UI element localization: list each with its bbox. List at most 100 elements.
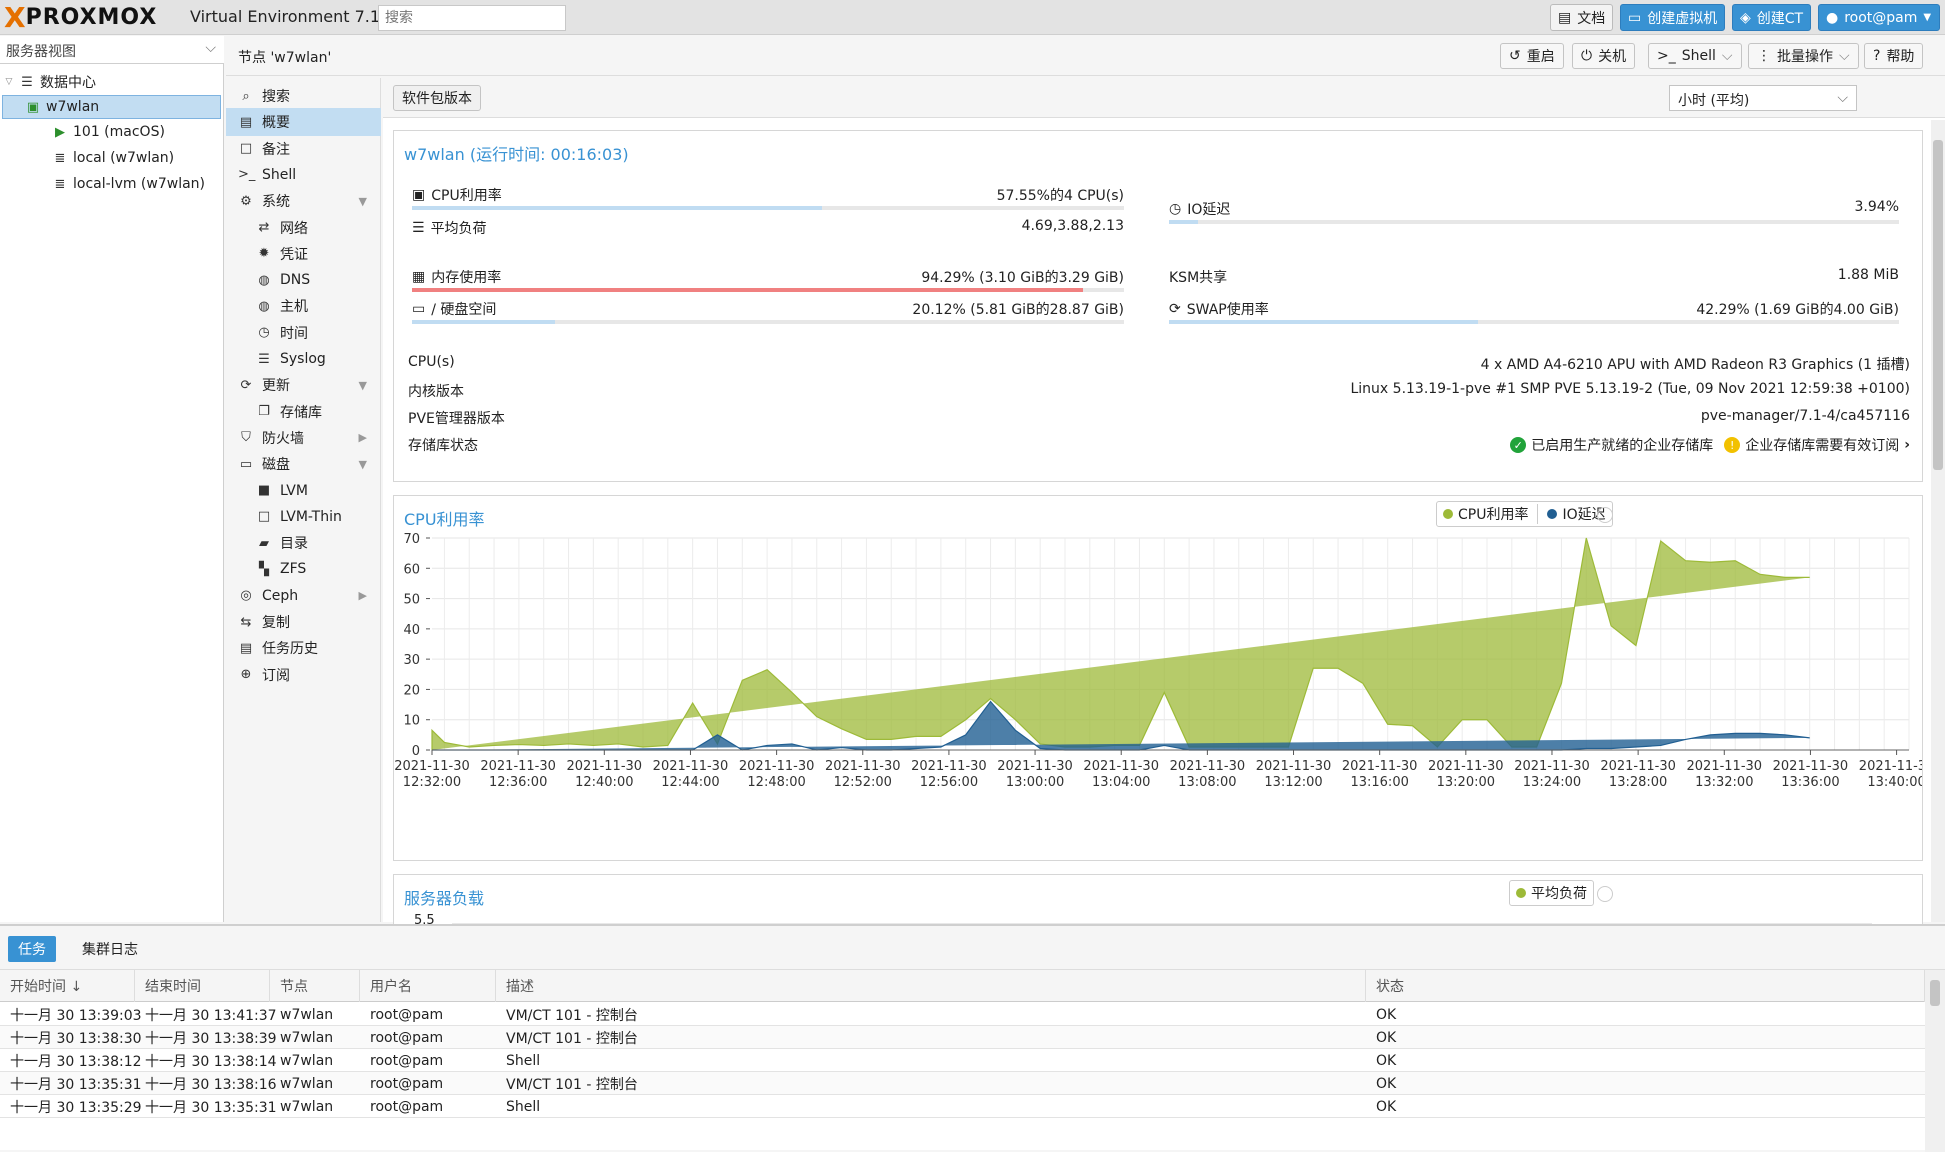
timeframe-select[interactable]: 小时 (平均) ⌵ — [1669, 85, 1857, 111]
table-cell: w7wlan — [280, 1075, 334, 1092]
proxmox-logo[interactable]: X PROXMOX — [4, 4, 158, 32]
y-tick-label: 60 — [403, 562, 420, 577]
shell-button[interactable]: >_ Shell ⌵ — [1648, 43, 1742, 69]
column-header[interactable]: 开始时间 ↓ — [0, 970, 135, 1002]
nav-item-13[interactable]: ⛉ 防火墙 ▶ — [226, 424, 381, 452]
table-cell: OK — [1376, 1098, 1397, 1115]
table-cell: 十一月 30 13:38:16 — [145, 1076, 277, 1093]
nav-item-12[interactable]: ❐ 存储库 — [226, 398, 381, 426]
column-header[interactable]: 结束时间 — [135, 970, 270, 1002]
tree-item-storage-lvm[interactable]: ≣ local-lvm (w7wlan) — [52, 172, 205, 196]
table-cell: root@pam — [370, 1052, 444, 1069]
tree-item-node[interactable]: ▣ w7wlan — [2, 95, 221, 119]
legend-load-label[interactable]: 平均负荷 — [1531, 883, 1587, 903]
create-vm-button[interactable]: ▭ 创建虚拟机 — [1620, 4, 1726, 31]
y-tick-label: 70 — [403, 532, 420, 547]
nav-item-11[interactable]: ⟳ 更新 ▼ — [226, 371, 381, 399]
nav-item-4[interactable]: ⚙ 系统 ▼ — [226, 187, 381, 215]
task-scrollbar[interactable] — [1925, 970, 1945, 1152]
tree-item-vm[interactable]: ▶ 101 (macOS) — [52, 120, 165, 144]
load-chart-legend[interactable]: 平均负荷 — [1509, 880, 1594, 906]
nav-item-label: 目录 — [280, 536, 308, 553]
square-icon: ■ — [257, 483, 271, 498]
column-header[interactable]: 节点 — [270, 970, 360, 1002]
nav-item-21[interactable]: ▤ 任务历史 — [226, 634, 381, 662]
column-header[interactable]: 描述 — [496, 970, 1366, 1002]
help-button[interactable]: ? 帮助 — [1864, 43, 1924, 69]
tab-cluster-log[interactable]: 集群日志 — [72, 936, 148, 962]
table-cell: OK — [1376, 1075, 1397, 1092]
nav-item-14[interactable]: ▭ 磁盘 ▼ — [226, 450, 381, 478]
table-row[interactable]: 十一月 30 13:35:29 十一月 30 13:35:31 w7wlan root… — [0, 1095, 1925, 1118]
user-menu-button[interactable]: ● root@pam ▼ — [1818, 4, 1940, 31]
nav-item-19[interactable]: ◎ Ceph ▶ — [226, 582, 381, 610]
create-ct-button[interactable]: ◈ 创建CT — [1732, 4, 1812, 31]
nav-item-label: Ceph — [262, 587, 299, 604]
column-header[interactable]: 状态 — [1366, 970, 1925, 1002]
chart-collapse-icon[interactable] — [1597, 507, 1613, 523]
chart-collapse-icon[interactable] — [1597, 886, 1613, 902]
nav-item-8[interactable]: ◍ 主机 — [226, 292, 381, 320]
nav-item-1[interactable]: ▤ 概要 — [226, 108, 381, 137]
docs-button[interactable]: ▤ 文档 — [1550, 4, 1614, 31]
nav-item-10[interactable]: ☰ Syslog — [226, 345, 381, 373]
x-tick-date: 2021-11-30 — [1859, 759, 1922, 774]
certificate-icon: ✹ — [258, 246, 270, 262]
nav-item-9[interactable]: ◷ 时间 — [226, 319, 381, 347]
package-versions-button[interactable]: 软件包版本 — [393, 85, 481, 111]
load-chart-title: 服务器负载 — [404, 889, 485, 908]
legend-load-dot — [1516, 888, 1526, 898]
repo-status-value[interactable]: ✓ 已启用生产就绪的企业存储库 ! 企业存储库需要有效订阅 › — [1510, 435, 1910, 455]
view-selector[interactable]: 服务器视图 ⌵ — [0, 36, 224, 64]
memory-bar — [412, 288, 1124, 292]
reboot-button[interactable]: ↺ 重启 — [1500, 43, 1564, 69]
table-cell: Shell — [506, 1052, 541, 1069]
clock-icon: ◷ — [1169, 201, 1182, 217]
x-tick-date: 2021-11-30 — [825, 759, 901, 774]
chevron-right-icon: ▶ — [358, 589, 367, 603]
table-cell: OK — [1376, 1052, 1397, 1069]
nav-item-20[interactable]: ⇆ 复制 — [226, 608, 381, 636]
nav-item-2[interactable]: □ 备注 — [226, 135, 381, 163]
nav-item-17[interactable]: ▰ 目录 — [226, 529, 381, 557]
tree-item-storage-local[interactable]: ≣ local (w7wlan) — [52, 146, 175, 170]
y-tick-label: 0 — [412, 744, 420, 759]
nav-item-16[interactable]: □ LVM-Thin — [226, 503, 381, 531]
scrollbar-thumb[interactable] — [1933, 140, 1943, 470]
vertical-scrollbar[interactable] — [1931, 120, 1945, 922]
bulk-actions-button[interactable]: ⋮ 批量操作 ⌵ — [1748, 43, 1859, 69]
nav-item-label: 存储库 — [280, 404, 322, 421]
support-icon: ⊕ — [240, 667, 252, 683]
shutdown-button[interactable]: ⏻ 关机 — [1572, 43, 1636, 69]
nav-item-6[interactable]: ✹ 凭证 — [226, 240, 381, 268]
nav-item-label: 复制 — [262, 615, 290, 631]
y-tick-label: 10 — [403, 714, 420, 729]
nav-item-0[interactable]: ⌕ 搜索 — [226, 82, 381, 110]
nav-item-18[interactable]: ▚ ZFS — [226, 555, 381, 583]
scrollbar-thumb[interactable] — [1930, 980, 1940, 1006]
logo-word: PROXMOX — [25, 5, 158, 30]
search-input[interactable] — [378, 5, 566, 31]
table-cell: w7wlan — [280, 1098, 334, 1115]
table-row[interactable]: 十一月 30 13:35:31 十一月 30 13:38:16 w7wlan root… — [0, 1072, 1925, 1095]
tree-item-datacenter[interactable]: ▽ ☰ 数据中心 — [4, 70, 96, 94]
kernel-label: 内核版本 — [408, 384, 464, 400]
chevron-down-icon: ⌵ — [1837, 90, 1848, 106]
nav-item-22[interactable]: ⊕ 订阅 — [226, 661, 381, 689]
cpu-chart-legend[interactable]: CPU利用率 IO延迟 — [1436, 501, 1613, 527]
chevron-right-icon: ▶ — [358, 431, 367, 445]
table-row[interactable]: 十一月 30 13:38:12 十一月 30 13:38:14 w7wlan root… — [0, 1049, 1925, 1072]
table-row[interactable]: 十一月 30 13:39:03 十一月 30 13:41:37 w7wlan root… — [0, 1003, 1925, 1026]
tab-tasks[interactable]: 任务 — [8, 936, 56, 962]
legend-cpu-label[interactable]: CPU利用率 — [1458, 504, 1528, 524]
table-row[interactable]: 十一月 30 13:38:30 十一月 30 13:38:39 w7wlan root… — [0, 1026, 1925, 1049]
nav-item-7[interactable]: ◍ DNS — [226, 266, 381, 294]
x-tick-label: 13:04:00 — [1092, 775, 1150, 790]
nav-item-5[interactable]: ⇄ 网络 — [226, 214, 381, 242]
nav-item-3[interactable]: >_ Shell — [226, 161, 381, 189]
terminal-icon: >_ — [1657, 48, 1676, 64]
nav-item-label: 防火墙 — [262, 430, 304, 447]
nav-item-15[interactable]: ■ LVM — [226, 477, 381, 505]
memory-bar-fill — [412, 288, 1084, 292]
column-header[interactable]: 用户名 — [360, 970, 496, 1002]
